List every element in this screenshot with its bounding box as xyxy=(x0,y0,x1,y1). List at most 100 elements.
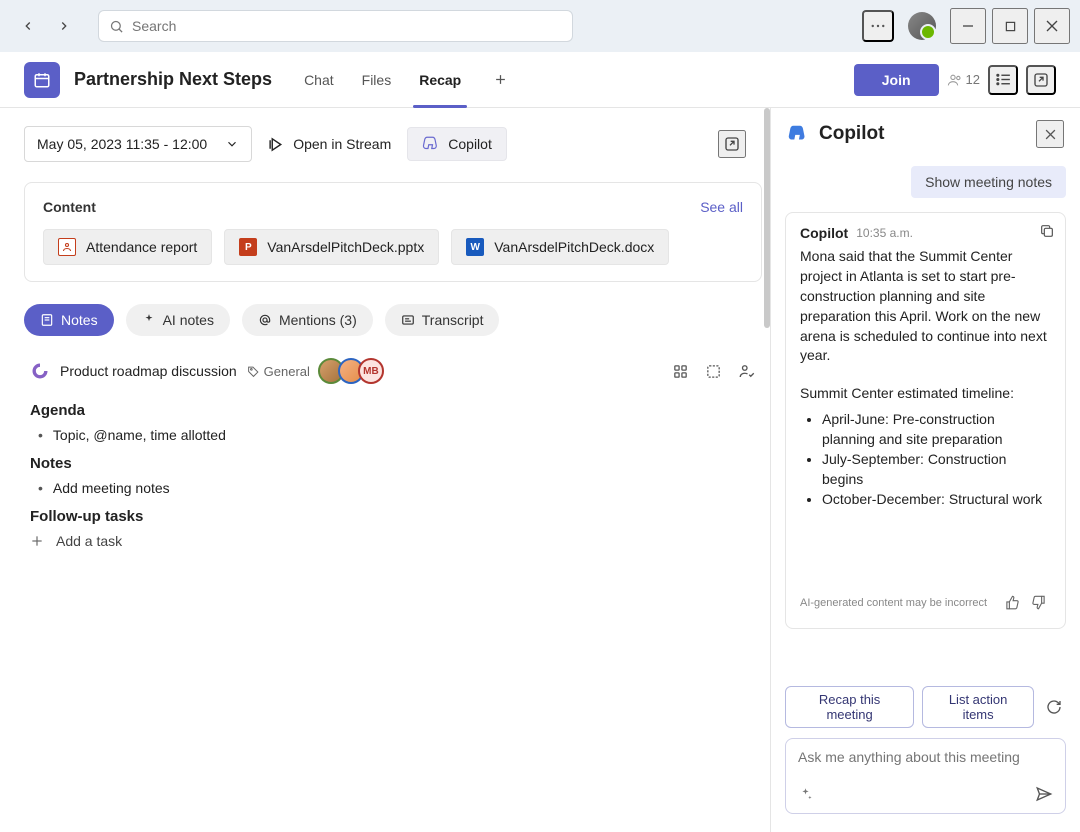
file-pptx[interactable]: P VanArsdelPitchDeck.pptx xyxy=(224,229,439,265)
main-panel: May 05, 2023 11:35 - 12:00 Open in Strea… xyxy=(0,108,770,832)
pill-label: Transcript xyxy=(422,312,484,328)
add-tab-button[interactable] xyxy=(485,65,515,95)
tab-chat[interactable]: Chat xyxy=(300,66,338,94)
chevron-right-icon xyxy=(57,19,71,33)
sparkle-icon xyxy=(798,787,813,802)
search-box[interactable] xyxy=(98,10,573,42)
copilot-logo-icon xyxy=(787,123,809,145)
notes-tag[interactable]: General xyxy=(247,364,310,379)
pill-mentions[interactable]: Mentions (3) xyxy=(242,304,373,336)
quick-action-items-button[interactable]: List action items xyxy=(922,686,1034,728)
agenda-bullet[interactable]: Topic, @name, time allotted xyxy=(38,427,756,443)
participant-count[interactable]: 12 xyxy=(947,72,980,88)
minimize-icon xyxy=(962,20,974,32)
participant-number: 12 xyxy=(966,72,980,87)
window-maximize-button[interactable] xyxy=(992,8,1028,44)
main-scrollbar[interactable] xyxy=(764,108,770,328)
send-button[interactable] xyxy=(1035,785,1053,803)
message-header: Copilot 10:35 a.m. xyxy=(800,225,1051,241)
nav-forward-button[interactable] xyxy=(48,10,80,42)
tab-files[interactable]: Files xyxy=(358,66,396,94)
refresh-prompts-button[interactable] xyxy=(1042,695,1066,719)
window-minimize-button[interactable] xyxy=(950,8,986,44)
agenda-heading: Agenda xyxy=(30,402,756,419)
prompt-box[interactable] xyxy=(785,738,1066,814)
show-meeting-notes-button[interactable]: Show meeting notes xyxy=(911,166,1066,198)
share-people-button[interactable] xyxy=(738,362,756,380)
open-in-stream-button[interactable]: Open in Stream xyxy=(268,136,391,153)
date-picker-button[interactable]: May 05, 2023 11:35 - 12:00 xyxy=(24,126,252,162)
date-label: May 05, 2023 11:35 - 12:00 xyxy=(37,136,207,152)
more-button[interactable] xyxy=(862,10,894,42)
meeting-title: Partnership Next Steps xyxy=(74,69,272,90)
search-icon xyxy=(109,19,124,34)
content-title: Content xyxy=(43,199,96,215)
transcript-icon xyxy=(401,313,415,327)
message-time: 10:35 a.m. xyxy=(856,226,913,240)
quick-recap-button[interactable]: Recap this meeting xyxy=(785,686,914,728)
copilot-title: Copilot xyxy=(819,123,1026,145)
stream-label: Open in Stream xyxy=(293,136,391,152)
notes-header: Product roadmap discussion General MB xyxy=(30,358,756,384)
component-button[interactable] xyxy=(705,362,722,380)
quick-prompts: Recap this meeting List action items xyxy=(771,686,1080,738)
notes-bullet[interactable]: Add meeting notes xyxy=(38,480,756,496)
pill-label: Mentions (3) xyxy=(279,312,357,328)
close-panel-button[interactable] xyxy=(1036,120,1064,148)
copilot-body: Show meeting notes Copilot 10:35 a.m. Mo… xyxy=(771,160,1080,686)
nav-back-button[interactable] xyxy=(12,10,44,42)
window-close-button[interactable] xyxy=(1034,8,1070,44)
search-input[interactable] xyxy=(132,18,562,34)
pill-label: Notes xyxy=(61,312,98,328)
copilot-panel: Copilot Show meeting notes Copilot 10:35… xyxy=(770,108,1080,832)
prompt-input[interactable] xyxy=(798,749,1053,765)
user-avatar[interactable] xyxy=(908,12,936,40)
notes-icon xyxy=(40,313,54,327)
see-all-button[interactable]: See all xyxy=(700,199,743,215)
pill-notes[interactable]: Notes xyxy=(24,304,114,336)
maximize-icon xyxy=(1005,21,1016,32)
send-icon xyxy=(1035,785,1053,803)
collaborator-avatars: MB xyxy=(324,358,384,384)
notes-section: Product roadmap discussion General MB xyxy=(24,354,762,553)
tab-recap[interactable]: Recap xyxy=(415,66,465,94)
file-docx[interactable]: W VanArsdelPitchDeck.docx xyxy=(451,229,669,265)
refresh-icon xyxy=(1046,699,1062,715)
body: May 05, 2023 11:35 - 12:00 Open in Strea… xyxy=(0,108,1080,832)
close-icon xyxy=(1046,20,1058,32)
chevron-left-icon xyxy=(21,19,35,33)
stream-icon xyxy=(268,136,285,153)
attendance-file-icon xyxy=(58,238,76,256)
grid-icon xyxy=(672,363,689,380)
popout-icon xyxy=(1033,72,1049,88)
tag-icon xyxy=(247,365,260,378)
pill-ai-notes[interactable]: AI notes xyxy=(126,304,230,336)
file-attendance-report[interactable]: Attendance report xyxy=(43,229,212,265)
copy-button[interactable] xyxy=(1039,223,1055,239)
component-icon xyxy=(705,363,722,380)
copilot-message: Copilot 10:35 a.m. Mona said that the Su… xyxy=(785,212,1066,629)
thumbs-down-icon xyxy=(1031,595,1046,610)
grid-button[interactable] xyxy=(672,362,689,380)
task-list-button[interactable] xyxy=(988,65,1018,95)
file-label: VanArsdelPitchDeck.pptx xyxy=(267,239,424,255)
avatar-3[interactable]: MB xyxy=(358,358,384,384)
list-item: April-June: Pre-construction planning an… xyxy=(822,410,1051,450)
popout-notes-button[interactable] xyxy=(718,130,746,158)
join-button[interactable]: Join xyxy=(854,64,939,96)
list-icon xyxy=(995,71,1012,88)
pill-transcript[interactable]: Transcript xyxy=(385,304,500,336)
word-file-icon: W xyxy=(466,238,484,256)
message-list: April-June: Pre-construction planning an… xyxy=(822,410,1051,509)
copilot-label: Copilot xyxy=(448,136,492,152)
powerpoint-file-icon: P xyxy=(239,238,257,256)
thumbs-down-button[interactable] xyxy=(1025,590,1051,616)
add-task-button[interactable]: Add a task xyxy=(30,533,756,549)
thumbs-up-button[interactable] xyxy=(999,590,1025,616)
sparkle-button[interactable] xyxy=(798,785,813,803)
copilot-toolbar-button[interactable]: Copilot xyxy=(407,127,507,161)
popout-header-button[interactable] xyxy=(1026,65,1056,95)
pill-label: AI notes xyxy=(163,312,214,328)
ellipsis-icon xyxy=(869,17,887,35)
notes-heading: Notes xyxy=(30,455,756,472)
